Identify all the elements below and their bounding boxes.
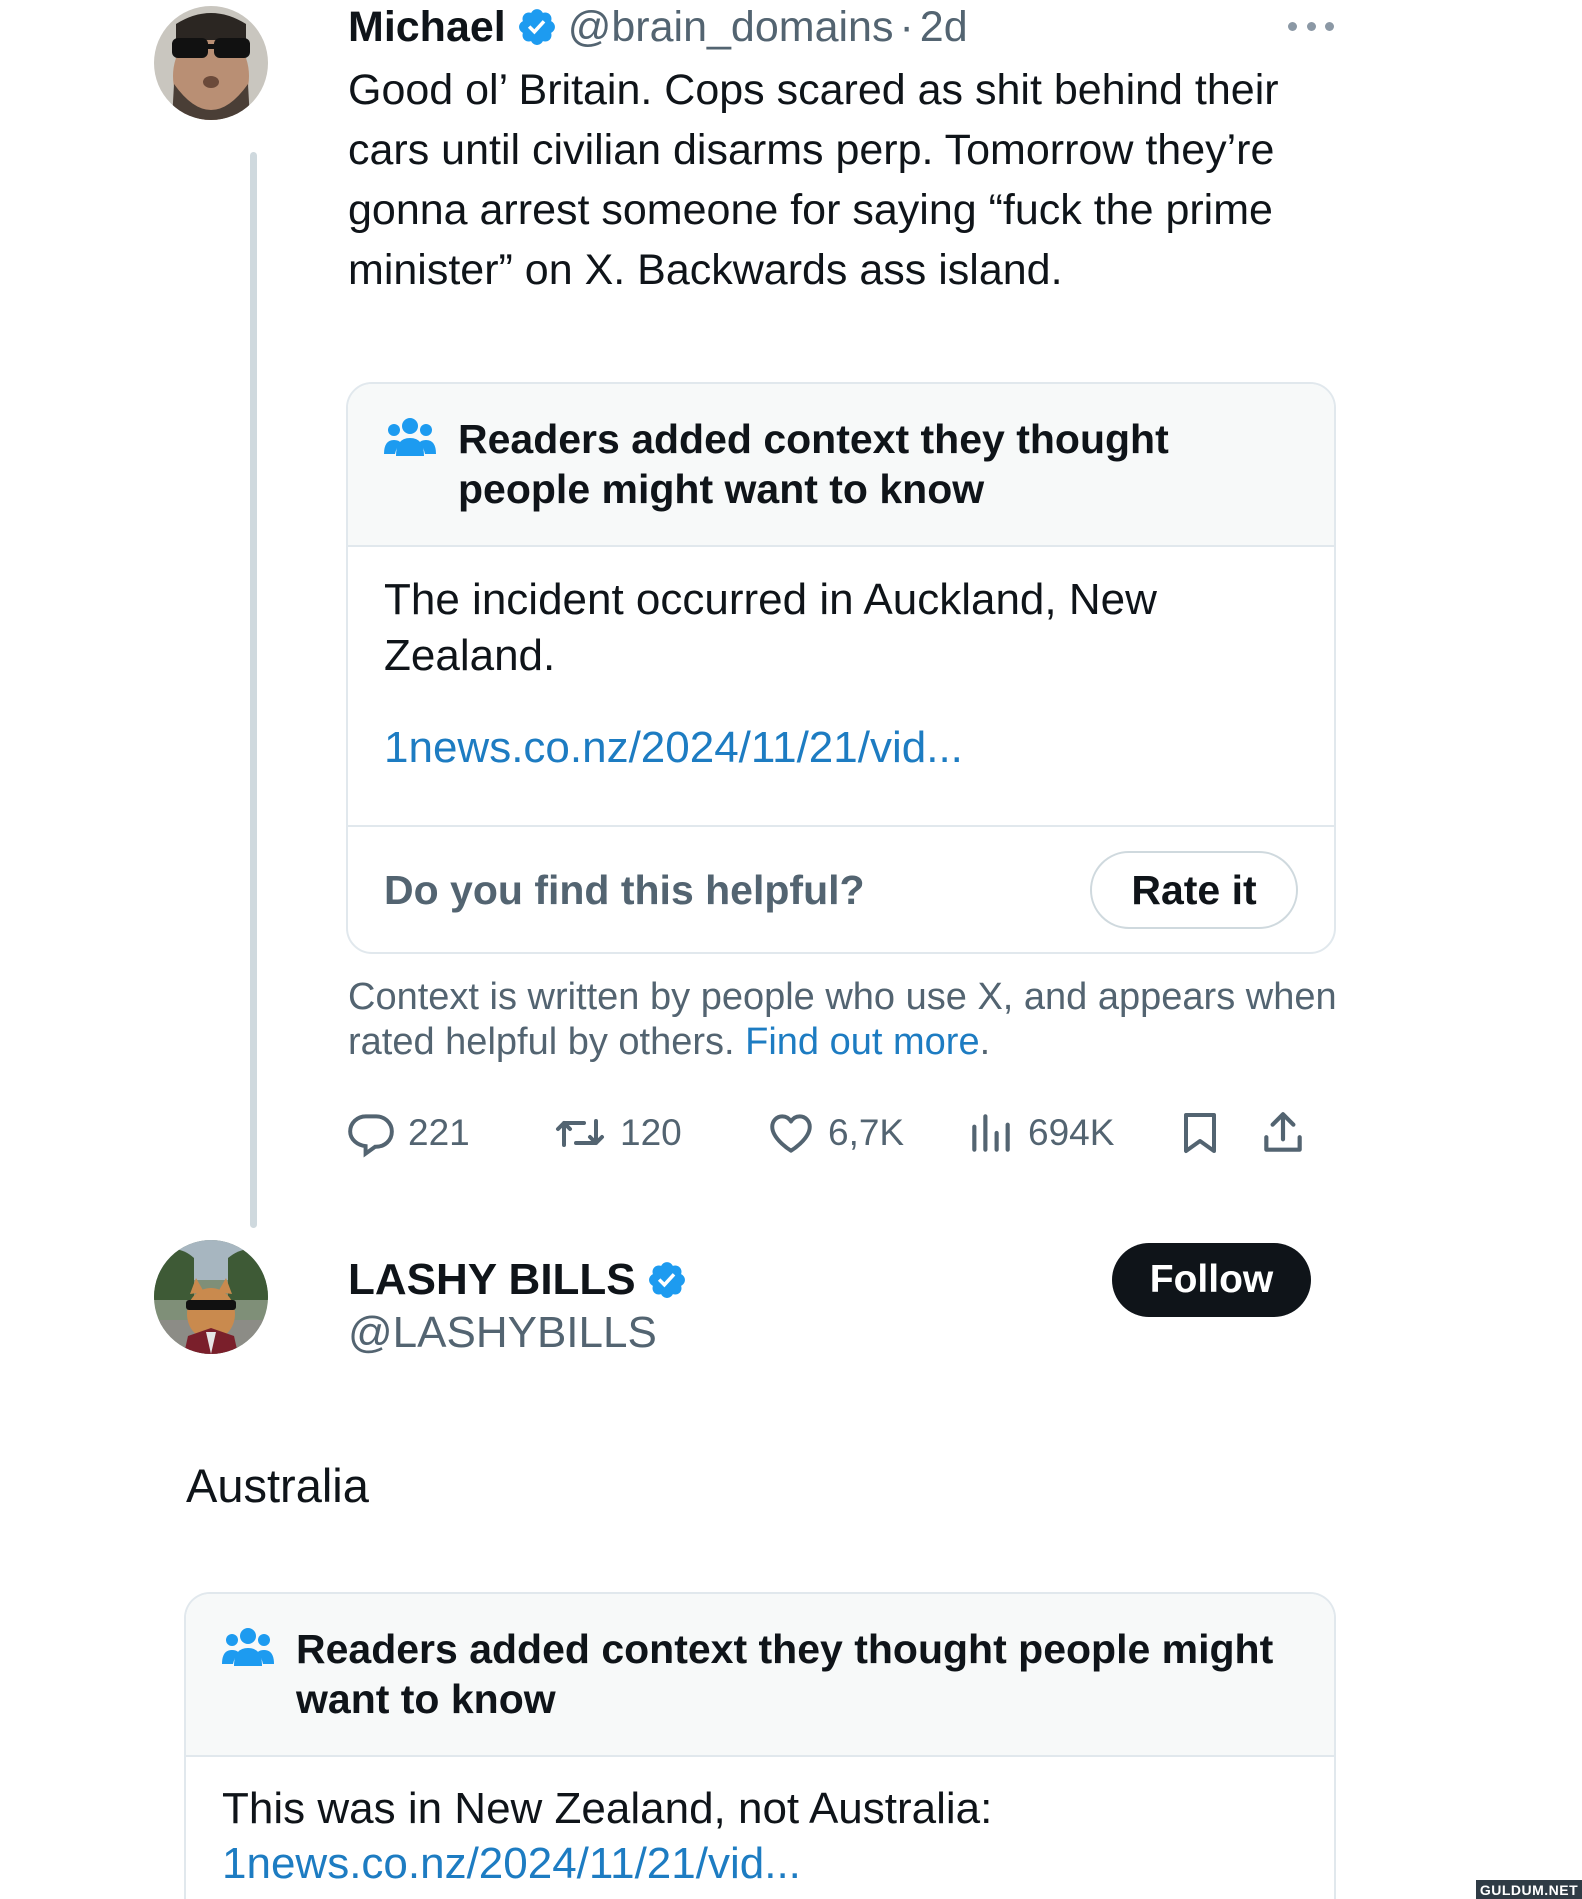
heart-icon [766,1108,816,1158]
reply-icon [346,1108,396,1158]
tweet1-text: Good ol’ Britain. Cops scared as shit be… [348,66,1279,294]
repost-count: 120 [620,1112,682,1153]
community-note-text: The incident occurred in Auckland, New Z… [384,575,1157,680]
watermark: GULDUM.NET [1476,1880,1582,1899]
reply-count: 221 [408,1112,470,1153]
people-group-icon [384,416,436,458]
tweet2-author-name[interactable]: LASHY BILLS [348,1255,636,1305]
community-note-footer: Do you find this helpful? Rate it [348,825,1334,952]
tweet2-header: LASHY BILLS [348,1250,698,1310]
like-action[interactable]: 6,7K [766,1100,904,1166]
bookmark-icon [1176,1108,1224,1158]
community-note-2: Readers added context they thought peopl… [184,1592,1336,1899]
tweet1-header: Michael @brain_domains · 2d [348,2,968,52]
analytics-bars-icon [966,1108,1016,1158]
community-note-link[interactable]: 1news.co.nz/2024/11/21/vid... [384,723,963,773]
tweet1-timestamp[interactable]: 2d [920,3,968,52]
community-note: Readers added context they thought peopl… [346,382,1336,954]
repost-icon [552,1108,608,1158]
tweet1-separator: · [899,2,914,51]
community-note-2-link[interactable]: 1news.co.nz/2024/11/21/vid... [222,1839,801,1889]
community-note-2-text: This was in New Zealand, not Australia: [222,1784,993,1833]
community-note-header[interactable]: Readers added context they thought peopl… [348,384,1334,547]
share-action[interactable] [1258,1100,1308,1166]
tweet1-action-bar: 221 120 6,7K 694K [346,1100,1346,1166]
follow-button[interactable]: Follow [1112,1243,1311,1317]
context-disclaimer: Context is written by people who use X, … [348,975,1348,1065]
helpful-question: Do you find this helpful? [384,867,865,913]
tweet2-handle[interactable]: @LASHYBILLS [348,1308,657,1358]
community-note-2-header[interactable]: Readers added context they thought peopl… [186,1594,1334,1757]
community-note-2-body: This was in New Zealand, not Australia: … [186,1757,1334,1899]
verified-badge-icon [646,1259,688,1301]
like-count: 6,7K [828,1112,905,1153]
tweet1-handle[interactable]: @brain_domains [568,3,894,52]
verified-badge-icon [516,6,558,48]
find-out-more-link[interactable]: Find out more [745,1021,979,1063]
tweet2-text: Australia [186,1459,369,1512]
people-group-icon [222,1626,274,1668]
views-action[interactable]: 694K [966,1100,1114,1166]
community-note-title: Readers added context they thought peopl… [458,416,1169,512]
tweet1-author-name[interactable]: Michael [348,3,506,52]
avatar-michael[interactable] [154,6,268,120]
thread-connector-line [250,152,257,1228]
community-note-2-title: Readers added context they thought peopl… [296,1626,1274,1722]
community-note-body: The incident occurred in Auckland, New Z… [348,547,1334,827]
context-disclaimer-period: . [979,1021,991,1063]
share-upload-icon [1258,1108,1308,1158]
repost-action[interactable]: 120 [552,1100,682,1166]
more-horizontal-icon[interactable] [1288,16,1334,36]
bookmark-action[interactable] [1176,1100,1224,1166]
rate-it-button[interactable]: Rate it [1090,851,1298,929]
views-count: 694K [1028,1112,1115,1153]
reply-action[interactable]: 221 [346,1100,470,1166]
avatar-lashy-bills[interactable] [154,1240,268,1354]
